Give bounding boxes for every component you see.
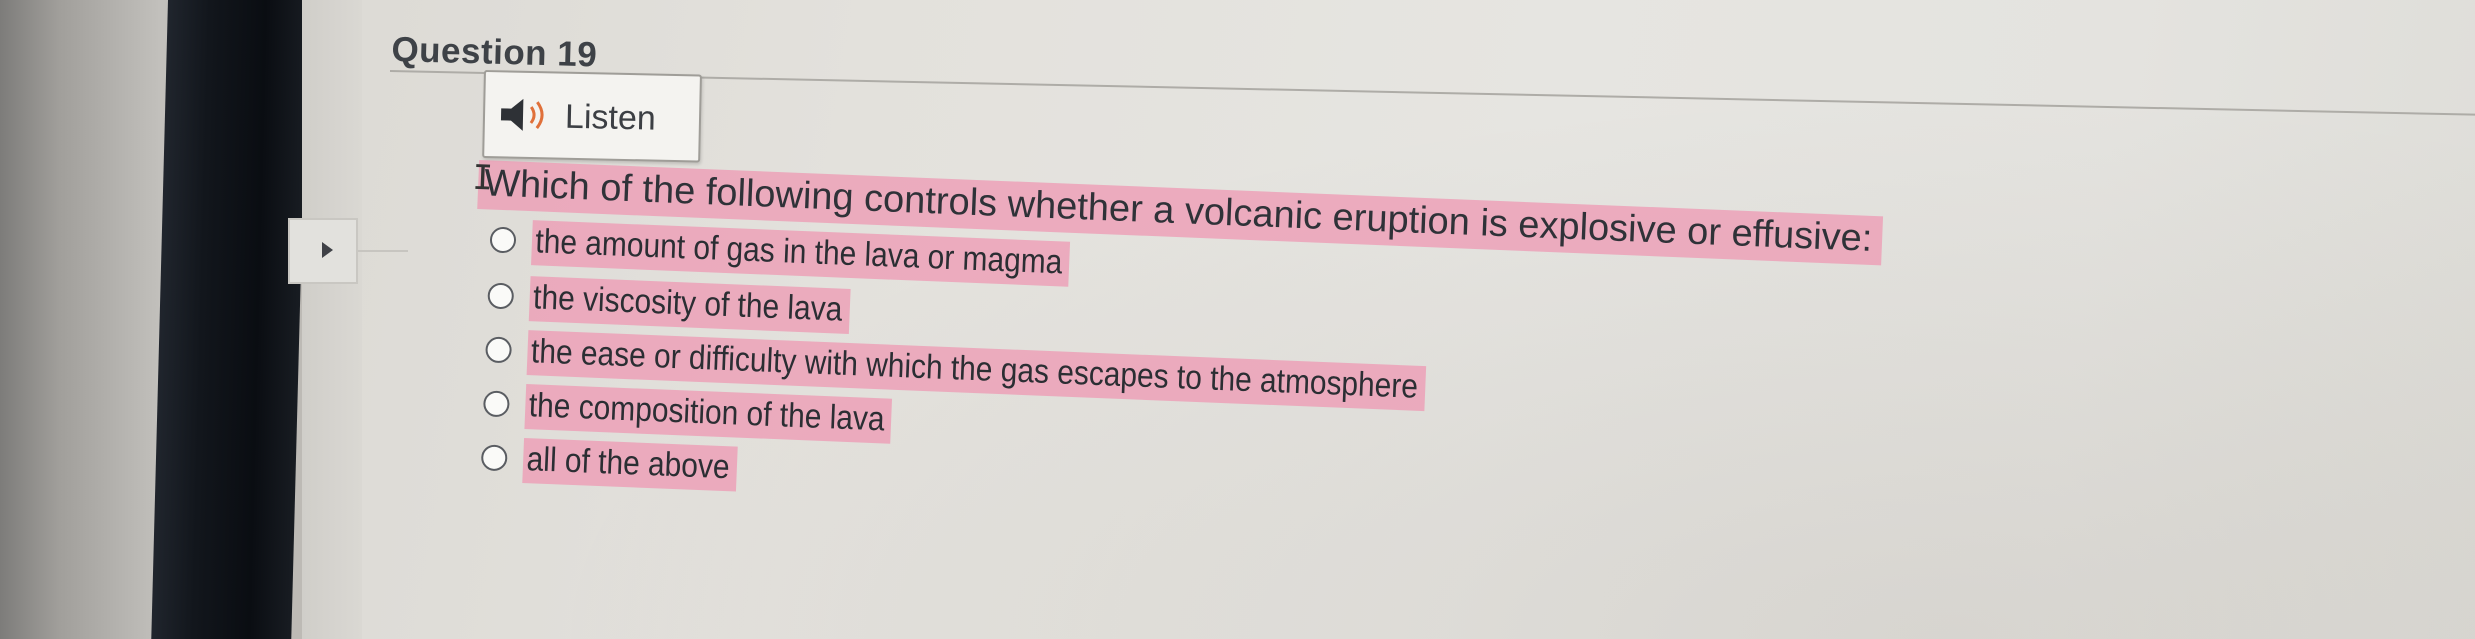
divider xyxy=(358,250,408,252)
monitor-bezel xyxy=(151,0,308,639)
listen-button[interactable]: Listen xyxy=(482,70,702,163)
question-title: Question 19 xyxy=(390,30,598,75)
speaker-icon xyxy=(500,98,544,131)
listen-label: Listen xyxy=(564,97,657,138)
triangle-right-icon[interactable] xyxy=(322,242,333,258)
left-panel xyxy=(302,0,362,639)
photo-scene: Question 19 Listen Which of the followin… xyxy=(0,0,2475,639)
option-label[interactable]: all of the above xyxy=(522,438,738,492)
text-cursor-icon: I xyxy=(471,157,494,199)
